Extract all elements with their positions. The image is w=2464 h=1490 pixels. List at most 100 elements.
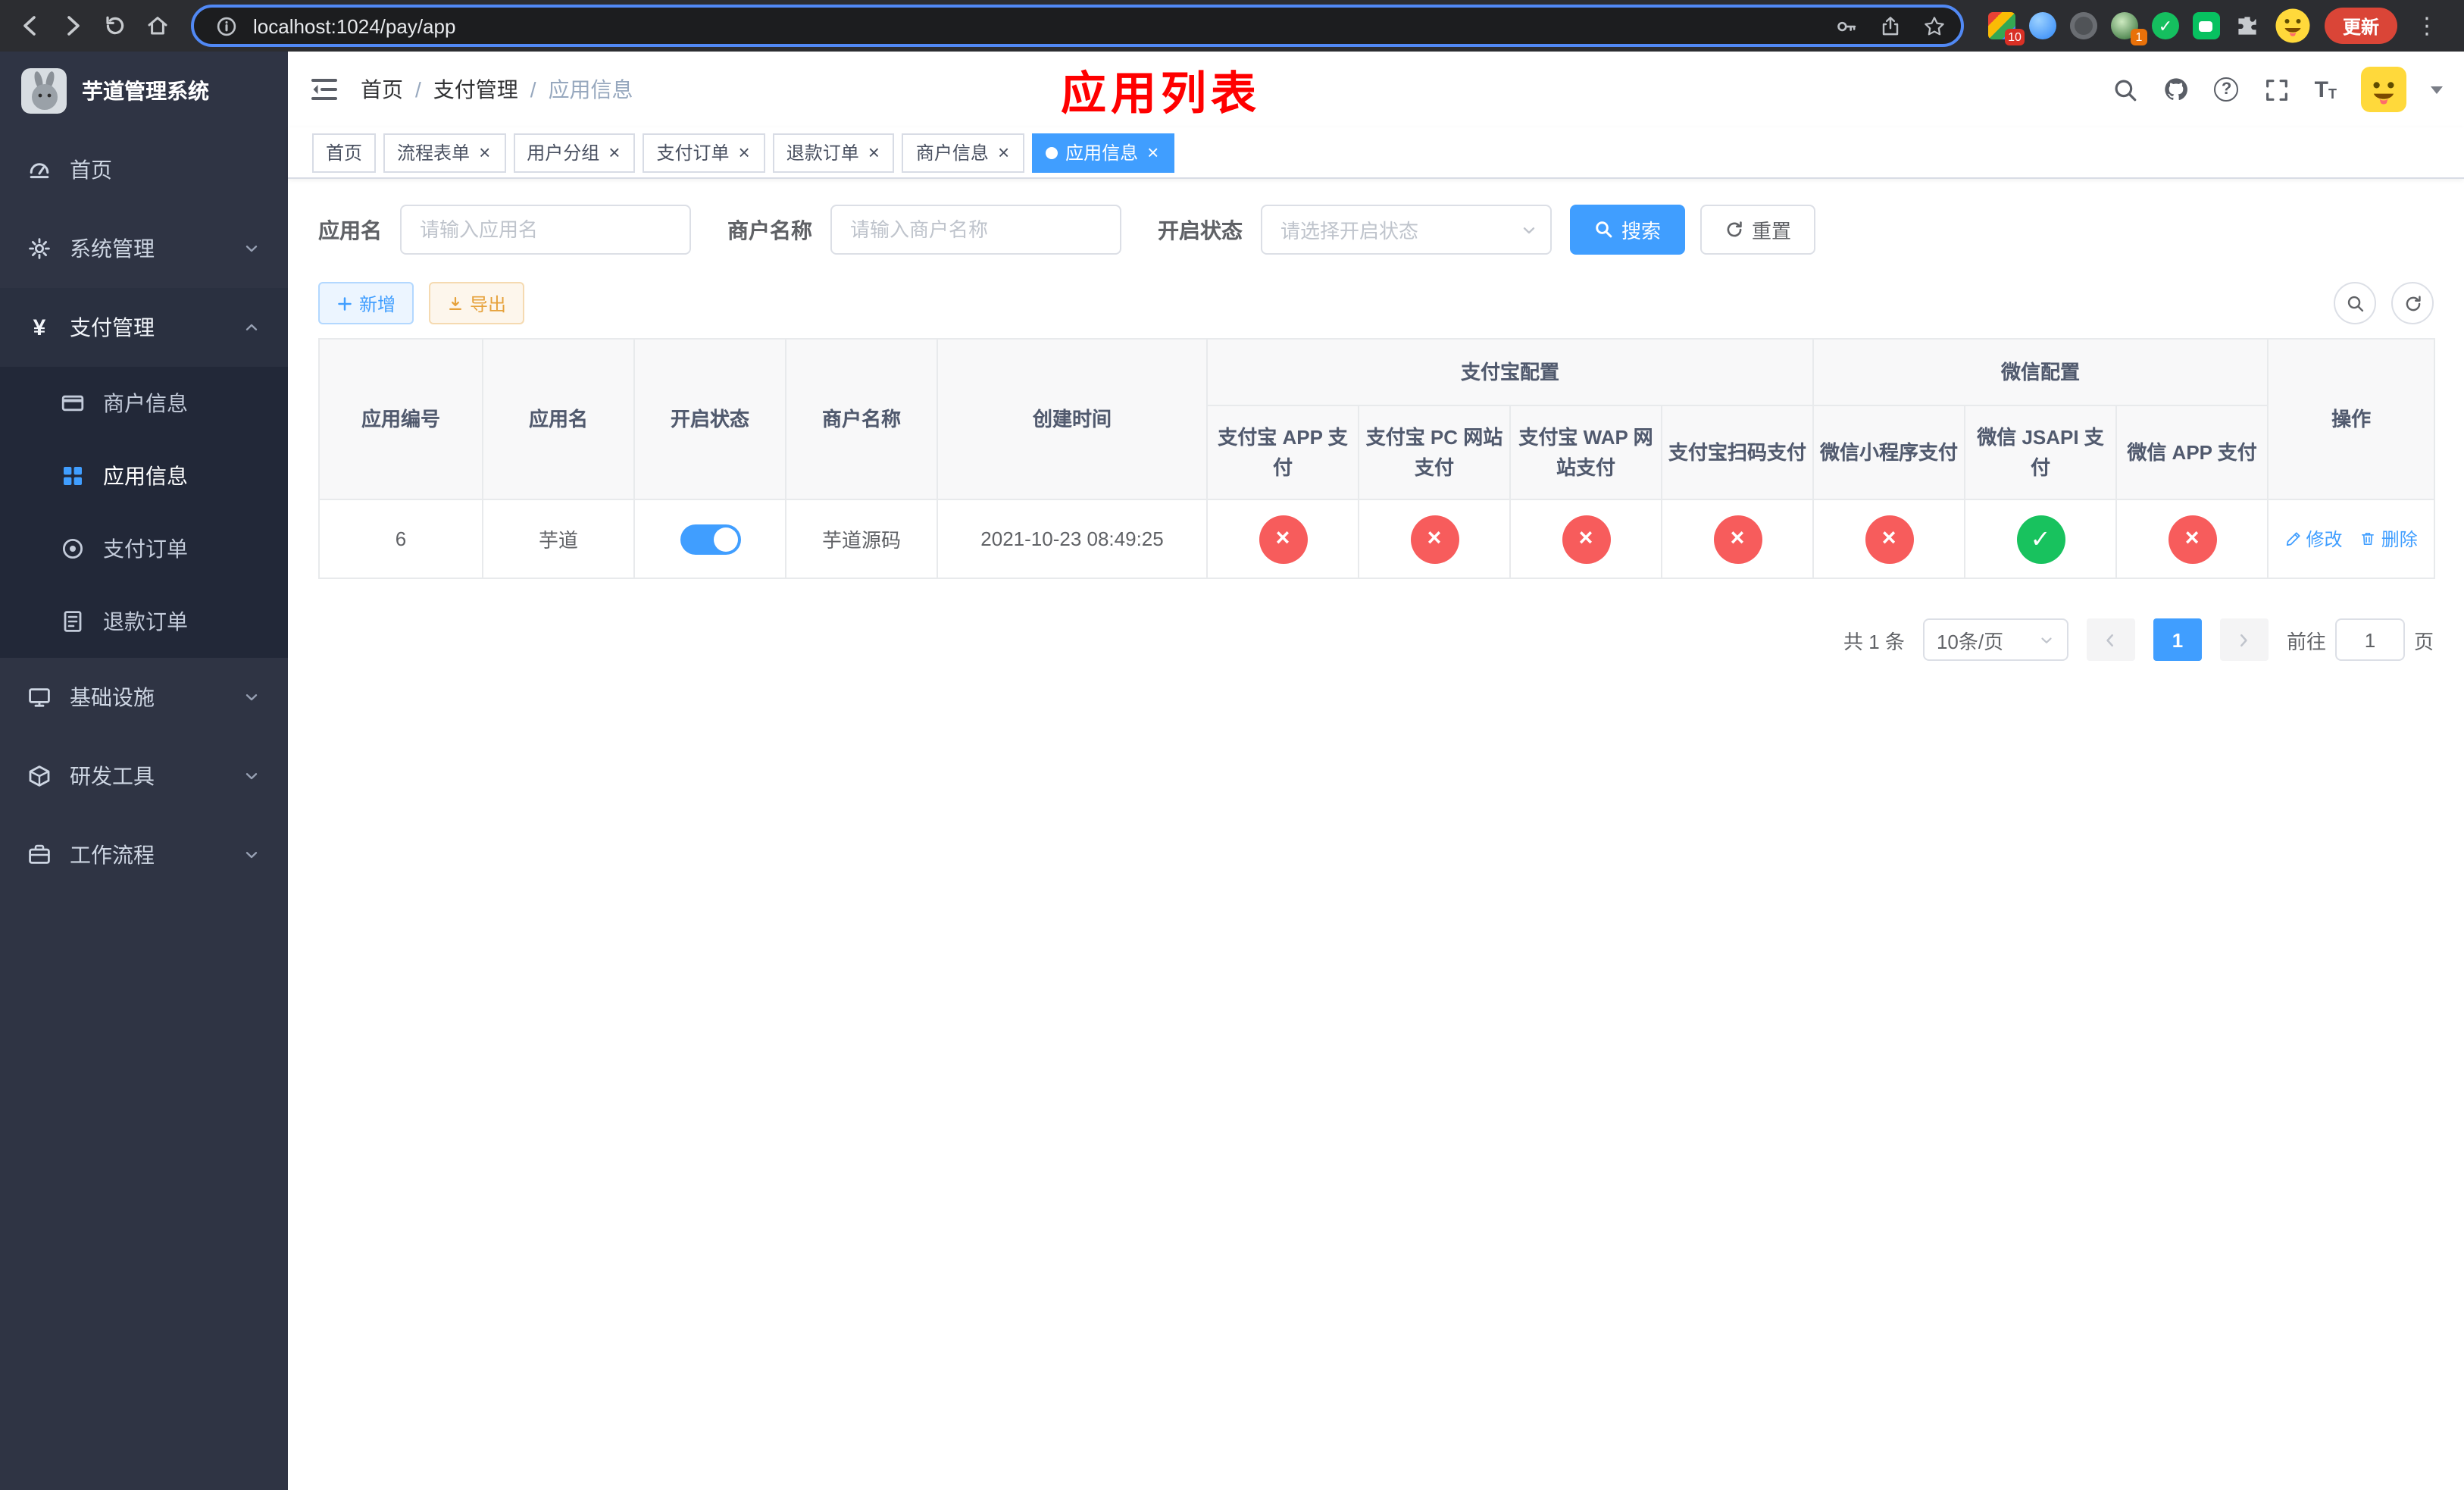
chevron-down-icon xyxy=(245,852,258,859)
address-bar[interactable]: localhost:1024/pay/app xyxy=(191,5,1964,47)
close-icon[interactable]: × xyxy=(477,142,492,162)
sidebar: 芋道管理系统 首页 系统管理 ¥ 支付管理 商户信息 应用信息 支付订单 退款订… xyxy=(0,52,288,1490)
sidebar-item-home[interactable]: 首页 xyxy=(0,130,288,209)
tab-pay-order[interactable]: 支付订单 × xyxy=(643,133,765,172)
sidebar-item-workflow[interactable]: 工作流程 xyxy=(0,815,288,894)
goto-unit: 页 xyxy=(2413,630,2434,653)
fullscreen-icon[interactable] xyxy=(2263,76,2290,103)
browser-reload-icon[interactable] xyxy=(94,5,136,47)
cell-create-time: 2021-10-23 08:49:25 xyxy=(937,499,1208,579)
tab-user-group[interactable]: 用户分组 × xyxy=(513,133,636,172)
status-label: 开启状态 xyxy=(1158,218,1243,242)
breadcrumb-separator xyxy=(530,77,536,102)
browser-update-button[interactable]: 更新 xyxy=(2324,8,2397,44)
extension-collage-icon[interactable]: 10 xyxy=(1987,12,2025,45)
extension-avatar-icon[interactable]: 1 xyxy=(2110,12,2147,45)
sidebar-item-app-info[interactable]: 应用信息 xyxy=(0,440,288,512)
col-app-id: 应用编号 xyxy=(318,338,483,500)
delete-link[interactable]: 删除 xyxy=(2360,526,2418,552)
browser-back-icon[interactable] xyxy=(9,5,52,47)
navbar-actions: ? TT xyxy=(2112,67,2464,112)
browser-forward-icon[interactable] xyxy=(52,5,94,47)
plus-icon xyxy=(338,296,352,310)
sidebar-item-merchant-info[interactable]: 商户信息 xyxy=(0,367,288,440)
extensions-puzzle-icon[interactable] xyxy=(2234,12,2261,39)
top-navbar: 首页 支付管理 应用信息 应用列表 ? xyxy=(288,52,2464,127)
browser-profile-avatar[interactable] xyxy=(2275,8,2311,44)
sidebar-item-system[interactable]: 系统管理 xyxy=(0,209,288,288)
font-size-icon[interactable]: TT xyxy=(2315,78,2337,101)
merchant-name-input[interactable] xyxy=(830,205,1121,255)
col-operations: 操作 xyxy=(2267,338,2436,500)
next-page-button[interactable] xyxy=(2219,618,2269,661)
app-logo[interactable]: 芋道管理系统 xyxy=(0,52,288,130)
logo-image xyxy=(21,68,67,114)
browser-home-icon[interactable] xyxy=(136,5,179,47)
browser-menu-icon[interactable]: ⋮ xyxy=(2411,12,2443,39)
sidebar-item-infra[interactable]: 基础设施 xyxy=(0,658,288,737)
sidebar-item-label: 首页 xyxy=(70,158,112,182)
tab-label: 退款订单 xyxy=(786,142,859,164)
page-size-select[interactable]: 10条/页 xyxy=(1922,618,2068,661)
breadcrumb-home[interactable]: 首页 xyxy=(361,74,403,105)
help-icon[interactable]: ? xyxy=(2214,77,2239,102)
close-icon[interactable]: × xyxy=(607,142,621,162)
close-icon[interactable]: × xyxy=(1146,142,1160,162)
card-icon xyxy=(61,395,84,412)
extension-dark-icon[interactable] xyxy=(2069,12,2097,39)
sidebar-toggle-icon[interactable] xyxy=(288,74,361,105)
export-button-label: 导出 xyxy=(470,293,507,315)
app-table: 应用编号 应用名 开启状态 商户名称 创建时间 支付宝配置 微信配置 操作 支付… xyxy=(318,338,2436,579)
close-icon[interactable]: × xyxy=(867,142,881,162)
tab-app-info[interactable]: 应用信息 × xyxy=(1032,133,1174,172)
prev-page-button[interactable] xyxy=(2086,618,2135,661)
extension-chat-icon[interactable] xyxy=(2192,12,2220,39)
tab-refund-order[interactable]: 退款订单 × xyxy=(772,133,895,172)
app-name-input[interactable] xyxy=(400,205,691,255)
extension-check-icon[interactable]: ✓ xyxy=(2151,12,2179,39)
alipay-app-disabled-icon: × xyxy=(1259,515,1307,563)
sidebar-item-label: 应用信息 xyxy=(103,464,188,488)
user-avatar[interactable] xyxy=(2361,67,2406,112)
alipay-qr-disabled-icon: × xyxy=(1713,515,1762,563)
caret-down-icon[interactable] xyxy=(2431,86,2443,93)
table-row: 6 芋道 芋道源码 2021-10-23 08:49:25 × × × × × … xyxy=(318,499,2436,579)
tab-process-form[interactable]: 流程表单 × xyxy=(383,133,506,172)
page-number-1[interactable]: 1 xyxy=(2153,618,2202,661)
trash-icon xyxy=(2362,533,2375,545)
refresh-icon xyxy=(1727,221,1742,237)
bookmark-star-icon[interactable] xyxy=(1918,9,1952,42)
tabs-bar: 首页 流程表单 × 用户分组 × 支付订单 × 退款订单 × 商户信息 × 应用… xyxy=(288,127,2464,179)
delete-link-label: 删除 xyxy=(2381,529,2418,550)
sidebar-item-pay-order[interactable]: 支付订单 xyxy=(0,512,288,585)
extension-blue-icon[interactable] xyxy=(2028,12,2056,39)
share-icon[interactable] xyxy=(1875,9,1908,42)
cell-operations: 修改 删除 xyxy=(2267,499,2436,579)
sidebar-item-refund-order[interactable]: 退款订单 xyxy=(0,585,288,658)
status-select[interactable]: 请选择开启状态 xyxy=(1261,205,1552,255)
app-name-label: 应用名 xyxy=(318,218,382,242)
sidebar-item-dev-tools[interactable]: 研发工具 xyxy=(0,737,288,815)
search-button[interactable]: 搜索 xyxy=(1570,205,1686,255)
close-icon[interactable]: × xyxy=(996,142,1011,162)
export-button[interactable]: 导出 xyxy=(429,282,525,324)
close-icon[interactable]: × xyxy=(737,142,752,162)
edit-link[interactable]: 修改 xyxy=(2284,526,2342,552)
breadcrumb-pay[interactable]: 支付管理 xyxy=(433,74,518,105)
record-icon xyxy=(62,538,83,559)
chevron-down-icon xyxy=(2041,637,2052,643)
tab-label: 流程表单 xyxy=(397,142,471,164)
goto-page-input[interactable] xyxy=(2334,618,2405,661)
tab-merchant-info[interactable]: 商户信息 × xyxy=(902,133,1025,172)
status-toggle[interactable] xyxy=(680,524,740,554)
site-info-icon[interactable] xyxy=(209,9,242,42)
tab-home[interactable]: 首页 xyxy=(312,133,377,172)
sidebar-item-payment[interactable]: ¥ 支付管理 xyxy=(0,288,288,367)
toggle-search-button[interactable] xyxy=(2334,282,2376,324)
search-icon[interactable] xyxy=(2112,76,2139,103)
github-icon[interactable] xyxy=(2163,76,2190,103)
add-button[interactable]: 新增 xyxy=(318,282,414,324)
reset-button[interactable]: 重置 xyxy=(1700,205,1816,255)
password-key-icon[interactable] xyxy=(1831,9,1864,42)
refresh-table-button[interactable] xyxy=(2391,282,2434,324)
